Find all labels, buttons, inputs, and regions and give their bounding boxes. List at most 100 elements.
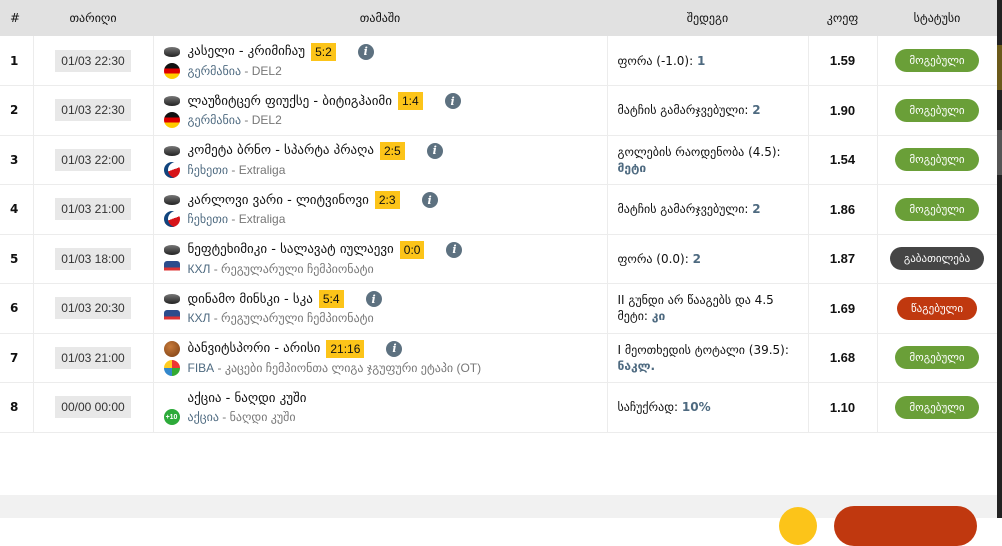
row-number: 6 <box>0 283 34 334</box>
date-time: 01/03 22:30 <box>55 49 131 72</box>
bets-table: # თარიღი თამაში შედეგი კოეფ სტატუსი 1 01… <box>0 0 998 433</box>
match-name[interactable]: ნეფტეხიმიკი - სალავატ იულაევი <box>188 242 394 257</box>
info-icon[interactable]: i <box>386 340 403 357</box>
game-cell: აქცია - ნაღდი კუში +10 აქცია - ნაღდი კუში <box>152 382 608 433</box>
cz-flag-icon <box>163 211 180 228</box>
game-cell: ნეფტეხიმიკი - სალავატ იულაევი 0:0 i КХЛ - … <box>152 234 608 284</box>
match-name[interactable]: დინამო მინსკი - სკა <box>188 292 313 307</box>
result-cell: გოლების რაოდენობა (4.5): მეტი <box>606 135 809 185</box>
coefficient: 1.86 <box>807 184 878 235</box>
table-row: 5 01/03 18:00 ნეფტეხიმიკი - სალავატ იულა… <box>0 234 998 284</box>
match-name[interactable]: ბანვიტსპორი - არისი <box>188 341 321 356</box>
table-row: 3 01/03 22:00 კომეტა ბრნო - სპარტა პრაღა… <box>0 135 998 185</box>
coefficient: 1.69 <box>807 283 878 334</box>
game-cell: კასელი - კრიმიჩაუ 5:2 i გერმანია - DEL2 <box>152 36 608 86</box>
hockey-puck-icon <box>163 244 180 255</box>
match-name[interactable]: კასელი - კრიმიჩაუ <box>188 44 306 59</box>
league-name: DEL2 <box>251 63 282 78</box>
coefficient: 1.59 <box>807 36 878 86</box>
de-flag-icon <box>163 112 180 129</box>
result-cell: I მეოთხედის ტოტალი (39.5): ნაკლ. <box>606 333 809 383</box>
result-value: ნაკლ. <box>617 358 656 373</box>
header-status: სტატუსი <box>877 0 997 36</box>
hockey-puck-icon <box>163 145 180 156</box>
coefficient: 1.87 <box>807 234 878 284</box>
hockey-puck-icon <box>163 195 180 206</box>
status-badge: მოგებული <box>895 98 979 122</box>
match-name[interactable]: ლაუზიტცერ ფიუქსე - ბიტიგჰაიმი <box>188 94 392 109</box>
date-time: 01/03 22:30 <box>55 99 131 122</box>
row-number: 1 <box>0 36 34 86</box>
yellow-circle-button[interactable] <box>779 507 817 545</box>
coefficient: 1.68 <box>807 333 878 383</box>
score-badge: 21:16 <box>326 339 365 358</box>
result-cell: საჩუქრად: 10% <box>606 382 809 433</box>
basketball-icon <box>163 340 180 357</box>
info-icon[interactable]: i <box>365 291 382 308</box>
red-action-button[interactable] <box>834 506 977 546</box>
score-badge: 0:0 <box>399 240 425 259</box>
date-time: 01/03 18:00 <box>55 247 131 270</box>
hockey-puck-icon <box>163 96 180 107</box>
status-badge: მოგებული <box>895 49 979 72</box>
result-label: გოლების რაოდენობა (4.5): <box>617 144 781 159</box>
khl-flag-icon <box>163 310 180 327</box>
header-num: # <box>0 0 33 36</box>
header-coef: კოეფ <box>808 0 877 36</box>
info-icon[interactable]: i <box>446 241 463 258</box>
info-icon[interactable]: i <box>444 93 461 110</box>
match-name[interactable]: კომეტა ბრნო - სპარტა პრაღა <box>188 143 374 158</box>
game-cell: დინამო მინსკი - სკა 5:4 i КХЛ - რეგულარული… <box>152 283 608 334</box>
country-link[interactable]: КХЛ <box>188 311 211 325</box>
bet-history: # თარიღი თამაში შედეგი კოეფ სტატუსი 1 01… <box>0 0 998 518</box>
country-link[interactable]: გერმანია <box>188 113 242 127</box>
result-cell: ფორა (-1.0): 1 <box>606 36 809 86</box>
row-number: 2 <box>0 85 34 136</box>
de-flag-icon <box>163 62 180 79</box>
country-link[interactable]: FIBA <box>188 361 215 375</box>
match-name[interactable]: კარლოვი ვარი - ლიტვინოვი <box>188 193 369 208</box>
game-cell: კომეტა ბრნო - სპარტა პრაღა 2:5 i ჩეხეთი - … <box>152 135 608 185</box>
table-row: 7 01/03 21:00 ბანვიტსპორი - არისი 21:16 i … <box>0 333 998 383</box>
table-header: # თარიღი თამაში შედეგი კოეფ სტატუსი <box>0 0 997 36</box>
result-label: I მეოთხედის ტოტალი (39.5): <box>617 342 789 357</box>
result-cell: მატჩის გამარჯვებული: 2 <box>606 184 809 235</box>
result-label: II გუნდი არ წააგებს და 4.5 მეტი: <box>617 293 774 324</box>
score-badge: 5:2 <box>311 42 336 61</box>
khl-flag-icon <box>163 260 180 277</box>
coefficient: 1.10 <box>807 382 878 433</box>
coefficient: 1.54 <box>807 135 878 185</box>
country-link[interactable]: ჩეხეთი <box>188 212 229 226</box>
country-link[interactable]: ჩეხეთი <box>188 163 229 177</box>
hockey-puck-icon <box>163 46 180 57</box>
match-name[interactable]: აქცია - ნაღდი კუში <box>188 391 307 406</box>
date-time: 01/03 21:00 <box>55 346 131 369</box>
country-link[interactable]: აქცია <box>188 410 219 424</box>
league-name: Extraliga <box>238 162 286 177</box>
status-badge: მოგებული <box>895 395 979 419</box>
date-time: 01/03 20:30 <box>55 297 131 320</box>
status-badge: წაგებული <box>896 296 978 320</box>
result-value: მეტი <box>617 160 647 175</box>
header-date: თარიღი <box>33 0 153 36</box>
side-panel-edge <box>997 0 1002 518</box>
status-badge: მოგებული <box>895 346 979 370</box>
status-badge: მოგებული <box>895 148 979 172</box>
row-number: 7 <box>0 333 34 383</box>
result-value: 2 <box>692 251 701 266</box>
header-result: შედეგი <box>607 0 808 36</box>
info-icon[interactable]: i <box>421 192 438 209</box>
result-label: საჩუქრად: <box>617 400 679 415</box>
info-icon[interactable]: i <box>357 43 374 60</box>
league-name: რეგულარული ჩემპიონატი <box>221 311 374 326</box>
info-icon[interactable]: i <box>426 142 443 159</box>
score-badge: 2:3 <box>374 191 400 210</box>
country-link[interactable]: КХЛ <box>188 262 211 276</box>
league-name: DEL2 <box>251 113 282 128</box>
league-name: Extraliga <box>238 212 286 227</box>
result-cell: ფორა (0.0): 2 <box>606 234 809 284</box>
table-row: 8 00/00 00:00 აქცია - ნაღდი კუში +10 აქცი… <box>0 382 998 433</box>
country-link[interactable]: გერმანია <box>188 64 242 78</box>
date-time: 01/03 22:00 <box>55 148 131 171</box>
league-name: კაცები ჩემპიონთა ლიგა ჯგუფური ეტაპი (OT) <box>224 360 482 375</box>
